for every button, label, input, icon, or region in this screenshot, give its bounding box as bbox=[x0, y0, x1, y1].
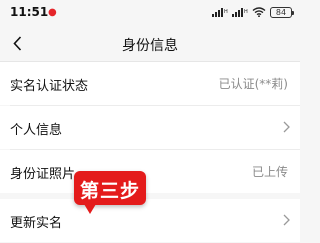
cellular-signal-icon: HD bbox=[232, 8, 248, 17]
chevron-right-icon bbox=[283, 214, 290, 226]
battery-level: 84 bbox=[275, 7, 287, 17]
svg-text:HD: HD bbox=[244, 9, 248, 15]
step-label: 第三步 bbox=[79, 180, 140, 202]
status-icons: HD HD 84 bbox=[212, 5, 294, 19]
list-item-value: 已上传 bbox=[251, 165, 288, 179]
status-time: 11:51 bbox=[10, 5, 49, 19]
wifi-icon bbox=[252, 7, 266, 17]
list-item-verification-status[interactable]: 实名认证状态 已认证(**莉) bbox=[0, 62, 300, 105]
list-item-label: 实名认证状态 bbox=[10, 79, 89, 94]
page-title: 身份信息 bbox=[122, 38, 178, 54]
list-item-update-real-name[interactable]: 更新实名 bbox=[0, 199, 300, 242]
svg-text:HD: HD bbox=[224, 9, 228, 15]
cellular-signal-icon: HD bbox=[212, 8, 228, 17]
list-item-label: 身份证照片 bbox=[10, 167, 76, 182]
battery-icon: 84 bbox=[270, 6, 294, 18]
chevron-right-icon bbox=[283, 121, 290, 133]
list-item-id-card-photo[interactable]: 身份证照片 已上传 bbox=[0, 150, 300, 193]
list-item-label: 更新实名 bbox=[10, 216, 63, 231]
list-item-label: 个人信息 bbox=[10, 123, 63, 138]
status-bar: 11:51 ● HD HD 84 bbox=[0, 0, 300, 26]
step-badge: 第三步 bbox=[74, 171, 146, 214]
list-item-personal-info[interactable]: 个人信息 bbox=[0, 106, 300, 149]
notification-dot: ● bbox=[48, 7, 57, 18]
nav-bar: 身份信息 bbox=[0, 26, 300, 62]
list-item-value: 已认证(**莉) bbox=[218, 77, 288, 91]
